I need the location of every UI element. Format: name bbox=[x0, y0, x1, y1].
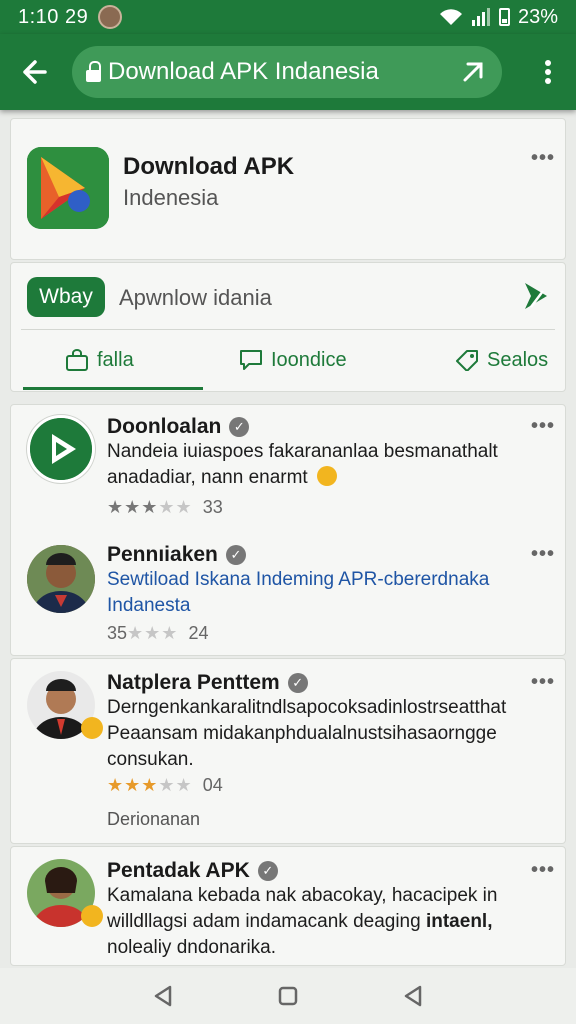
rating-count: 33 bbox=[202, 497, 223, 517]
app-card[interactable]: Download APK Indenesia ••• bbox=[10, 118, 566, 260]
post-author-name: Pennıiaken bbox=[107, 543, 218, 566]
active-tab-indicator bbox=[23, 387, 203, 390]
play-logo-avatar[interactable] bbox=[27, 415, 95, 483]
post-body: Derngenkankaralitndlsapocoksadinlostrsea… bbox=[107, 695, 506, 773]
post-line: Sewtiload Iskana Indeming APR-cbererdnak… bbox=[107, 569, 490, 590]
wifi-icon bbox=[439, 9, 462, 25]
system-nav-bar bbox=[0, 968, 576, 1024]
post-card: Pentadak APK ✓ ••• Kamalana kebada nak ab… bbox=[10, 846, 566, 966]
post-line: willdllagsi adam indamacank deaging bbox=[107, 911, 421, 932]
send-icon[interactable] bbox=[521, 279, 551, 313]
verified-icon: ✓ bbox=[257, 861, 278, 881]
status-icons: 23% bbox=[439, 6, 558, 29]
tab-falla[interactable]: falla bbox=[65, 343, 134, 377]
signal-icon bbox=[471, 8, 490, 26]
bag-icon bbox=[66, 349, 88, 371]
post-line: Indanesta bbox=[107, 595, 191, 616]
triangle-back-icon bbox=[154, 985, 171, 1007]
tab-label: falla bbox=[97, 348, 134, 371]
nav-home-button[interactable] bbox=[268, 976, 308, 1016]
chat-icon bbox=[240, 350, 262, 370]
post-rating: ★★★★★ 04 bbox=[107, 775, 223, 796]
more-vert-icon bbox=[545, 60, 551, 84]
nav-back-button[interactable] bbox=[143, 976, 183, 1016]
post-line: nolealiy dndonarika. bbox=[107, 937, 277, 958]
battery-icon bbox=[498, 8, 510, 26]
post-body: Kamalana kebada nak abacokay, hacacipek … bbox=[107, 883, 497, 961]
tab-label: Ioondice bbox=[271, 348, 347, 371]
rating-count: 04 bbox=[202, 775, 223, 795]
url-bar[interactable]: Download APK Indanesia bbox=[72, 46, 502, 98]
post-line-with-emoji: anadadiar, nann enarmt bbox=[107, 465, 498, 491]
rating-prefix: 35 bbox=[107, 623, 128, 643]
tab-label: Sealos bbox=[487, 348, 549, 371]
post-author[interactable]: Pennıiaken ✓ bbox=[107, 543, 246, 567]
post-line: Nandeia iuiaspoes fakarananlaa besmanath… bbox=[107, 441, 498, 462]
verified-icon: ✓ bbox=[229, 417, 250, 437]
square-home-icon bbox=[278, 986, 298, 1006]
app-subtitle: Indenesia bbox=[123, 185, 219, 210]
post-line: consukan. bbox=[107, 749, 194, 770]
post-list-card: Doonloalan ✓ ••• Nandeia iuiaspoes fakara… bbox=[10, 404, 566, 656]
post-line: Kamalana kebada nak abacokay, hacacipek … bbox=[107, 885, 498, 906]
post-footer: Derionanan bbox=[107, 809, 201, 829]
app-more-button[interactable]: ••• bbox=[531, 147, 555, 170]
post-more-button[interactable]: ••• bbox=[531, 859, 555, 882]
back-button[interactable] bbox=[12, 50, 56, 94]
search-card: Wbay Apwnlow idania falla Ioondice Sealo… bbox=[10, 262, 566, 392]
search-query[interactable]: Apwnlow idania bbox=[119, 285, 272, 311]
post-author[interactable]: Pentadak APK ✓ bbox=[107, 859, 278, 883]
tab-ioondice[interactable]: Ioondice bbox=[239, 343, 347, 377]
post-more-button[interactable]: ••• bbox=[531, 415, 555, 438]
post-line: Peaansam midakanphdualalnustsihasaorngge bbox=[107, 723, 497, 744]
arrow-left-icon bbox=[23, 60, 47, 84]
app-title: Download APK bbox=[123, 153, 295, 180]
smile-emoji-icon bbox=[317, 465, 337, 486]
post-rating: ★★★★★ 33 bbox=[107, 497, 223, 518]
star-rating-icon: ★★★ bbox=[127, 623, 179, 643]
star-rating-icon: ★★★★★ bbox=[107, 775, 193, 795]
post-line: anadadiar, nann enarmt bbox=[107, 467, 308, 488]
nav-recents-button[interactable] bbox=[393, 976, 433, 1016]
user-avatar[interactable] bbox=[27, 545, 95, 613]
post-body: Nandeia iuiaspoes fakarananlaa besmanath… bbox=[107, 439, 498, 491]
divider bbox=[21, 329, 555, 330]
post-author[interactable]: Doonloalan ✓ bbox=[107, 415, 250, 439]
post-rating: 35 ★★★ 24 bbox=[107, 623, 208, 644]
post-author-name: Doonloalan bbox=[107, 415, 222, 438]
open-external-icon[interactable] bbox=[462, 61, 484, 83]
battery-percent: 23% bbox=[517, 5, 558, 28]
triangle-back-icon bbox=[405, 985, 422, 1007]
star-rating-icon: ★★★★★ bbox=[107, 497, 193, 517]
app-bar: Download APK Indanesia bbox=[0, 34, 576, 110]
post-line-with-bold: willdllagsi adam indamacank deaging inta… bbox=[107, 909, 497, 935]
tab-sealos[interactable]: Sealos bbox=[455, 343, 548, 377]
post-author-name: Natplera Penttem bbox=[107, 671, 280, 694]
tag-icon bbox=[456, 350, 478, 371]
lock-icon bbox=[86, 61, 102, 83]
status-time: 1:10 29 bbox=[18, 5, 89, 28]
app-logo-icon bbox=[27, 147, 109, 229]
post-author[interactable]: Natplera Penttem ✓ bbox=[107, 671, 308, 695]
post-more-button[interactable]: ••• bbox=[531, 671, 555, 694]
notification-avatar-icon bbox=[98, 5, 123, 29]
badge-icon bbox=[81, 905, 103, 927]
verified-icon: ✓ bbox=[225, 545, 246, 565]
post-author-name: Pentadak APK bbox=[107, 859, 250, 882]
post-line: Derngenkankaralitndlsapocoksadinlostrsea… bbox=[107, 697, 507, 718]
url-text: Download APK Indanesia bbox=[108, 58, 379, 85]
overflow-menu-button[interactable] bbox=[532, 50, 564, 94]
status-bar: 1:10 29 23% bbox=[0, 0, 576, 34]
badge-icon bbox=[81, 717, 103, 739]
rating-count: 24 bbox=[188, 623, 209, 643]
verified-icon: ✓ bbox=[287, 673, 308, 693]
post-link-body[interactable]: Sewtiload Iskana Indeming APR-cbererdnak… bbox=[107, 567, 489, 619]
post-more-button[interactable]: ••• bbox=[531, 543, 555, 566]
post-bold-text: intaenl, bbox=[425, 911, 493, 932]
post-card: Natplera Penttem ✓ ••• Derngenkankaralitn… bbox=[10, 658, 566, 844]
search-chip[interactable]: Wbay bbox=[27, 277, 105, 317]
